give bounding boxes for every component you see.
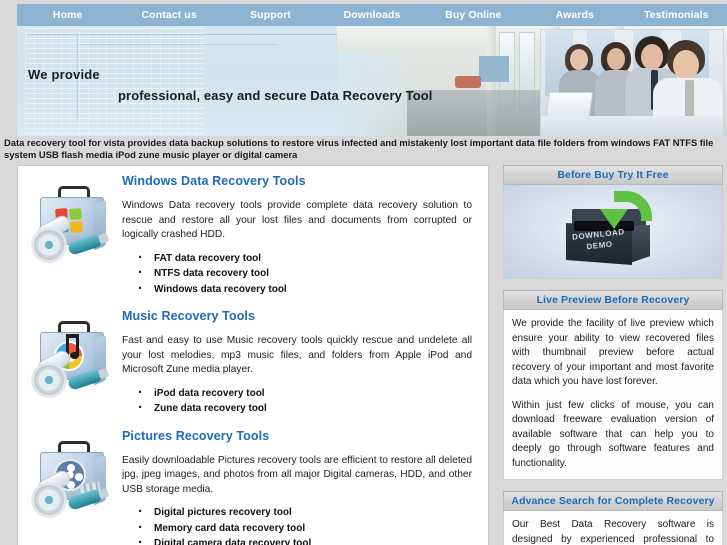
section-body: Fast and easy to use Music recovery tool… bbox=[122, 335, 472, 375]
meeting-table bbox=[541, 116, 723, 136]
music-toolbox-icon bbox=[32, 317, 116, 409]
download-demo-banner[interactable]: DOWNLOAD DEMO bbox=[503, 185, 723, 279]
section-windows-data-recovery: Windows Data Recovery Tools Windows Data… bbox=[18, 166, 488, 301]
nav-item-home[interactable]: Home bbox=[17, 4, 118, 26]
right-sidebar: Before Buy Try It Free DOWNLOAD DEMO Liv… bbox=[503, 165, 723, 545]
sidebar-body-advance-search: Our Best Data Recovery software is desig… bbox=[503, 511, 723, 545]
sidebar-box-demo: Before Buy Try It Free DOWNLOAD DEMO bbox=[503, 165, 723, 279]
section-body: Easily downloadable Pictures recovery to… bbox=[122, 454, 472, 495]
intro-paragraph: Data recovery tool for vista provides da… bbox=[4, 137, 714, 160]
section-link-list: FAT data recovery tool NTFS data recover… bbox=[122, 250, 474, 298]
sidebar-box-advance-search: Advance Search for Complete Recovery Our… bbox=[503, 491, 723, 545]
office-red-object bbox=[455, 76, 481, 88]
office-blue-object bbox=[479, 56, 509, 82]
section-title[interactable]: Music Recovery Tools bbox=[122, 309, 474, 323]
list-item[interactable]: Memory card data recovery tool bbox=[138, 520, 474, 537]
sidebar-box-live-preview: Live Preview Before Recovery We provide … bbox=[503, 290, 723, 480]
banner-headline-1: We provide bbox=[28, 67, 100, 82]
windows-toolbox-icon bbox=[32, 182, 116, 274]
live-preview-paragraph-1: We provide the facility of live preview … bbox=[512, 318, 714, 387]
nav-item-downloads[interactable]: Downloads bbox=[321, 4, 422, 26]
list-item[interactable]: iPod data recovery tool bbox=[138, 385, 474, 402]
section-pictures-recovery: Pictures Recovery Tools Easily downloada… bbox=[18, 421, 488, 545]
section-music-recovery: Music Recovery Tools Fast and easy to us… bbox=[18, 301, 488, 421]
nav-item-contact-us[interactable]: Contact us bbox=[118, 4, 219, 26]
sidebar-heading-live-preview: Live Preview Before Recovery bbox=[503, 290, 723, 310]
header-banner: We provide professional, easy and secure… bbox=[17, 26, 727, 136]
list-item[interactable]: Digital camera data recovery tool bbox=[138, 535, 474, 545]
section-link-list: iPod data recovery tool Zune data recove… bbox=[122, 385, 474, 417]
sidebar-heading-demo: Before Buy Try It Free bbox=[503, 165, 723, 185]
list-item[interactable]: Windows data recovery tool bbox=[138, 281, 474, 298]
nav-item-awards[interactable]: Awards bbox=[524, 4, 625, 26]
sidebar-heading-advance-search: Advance Search for Complete Recovery bbox=[503, 491, 723, 511]
nav-item-testimonials[interactable]: Testimonials bbox=[626, 4, 727, 26]
main-navigation: Home Contact us Support Downloads Buy On… bbox=[17, 4, 727, 26]
banner-rule-2 bbox=[77, 44, 277, 45]
banner-headline-2: professional, easy and secure Data Recov… bbox=[118, 88, 433, 103]
sidebar-body-live-preview: We provide the facility of live preview … bbox=[503, 310, 723, 480]
live-preview-paragraph-2: Within just few clicks of mouse, you can… bbox=[512, 399, 714, 469]
advance-search-paragraph-1: Our Best Data Recovery software is desig… bbox=[512, 519, 714, 545]
main-content-panel: Windows Data Recovery Tools Windows Data… bbox=[17, 165, 489, 545]
nav-item-support[interactable]: Support bbox=[220, 4, 321, 26]
list-item[interactable]: NTFS data recovery tool bbox=[138, 265, 474, 282]
list-item[interactable]: Zune data recovery tool bbox=[138, 400, 474, 417]
section-body: Windows Data recovery tools provide comp… bbox=[122, 200, 472, 240]
list-item[interactable]: Digital pictures recovery tool bbox=[138, 504, 474, 521]
pictures-toolbox-icon bbox=[32, 437, 116, 529]
section-title[interactable]: Pictures Recovery Tools bbox=[122, 429, 474, 443]
nav-item-buy-online[interactable]: Buy Online bbox=[423, 4, 524, 26]
list-item[interactable]: FAT data recovery tool bbox=[138, 250, 474, 267]
section-title[interactable]: Windows Data Recovery Tools bbox=[122, 174, 474, 188]
business-people-photo bbox=[540, 29, 724, 136]
page-root: Home Contact us Support Downloads Buy On… bbox=[0, 0, 727, 545]
section-link-list: Digital pictures recovery tool Memory ca… bbox=[122, 504, 474, 545]
download-arrow-icon bbox=[600, 191, 654, 235]
